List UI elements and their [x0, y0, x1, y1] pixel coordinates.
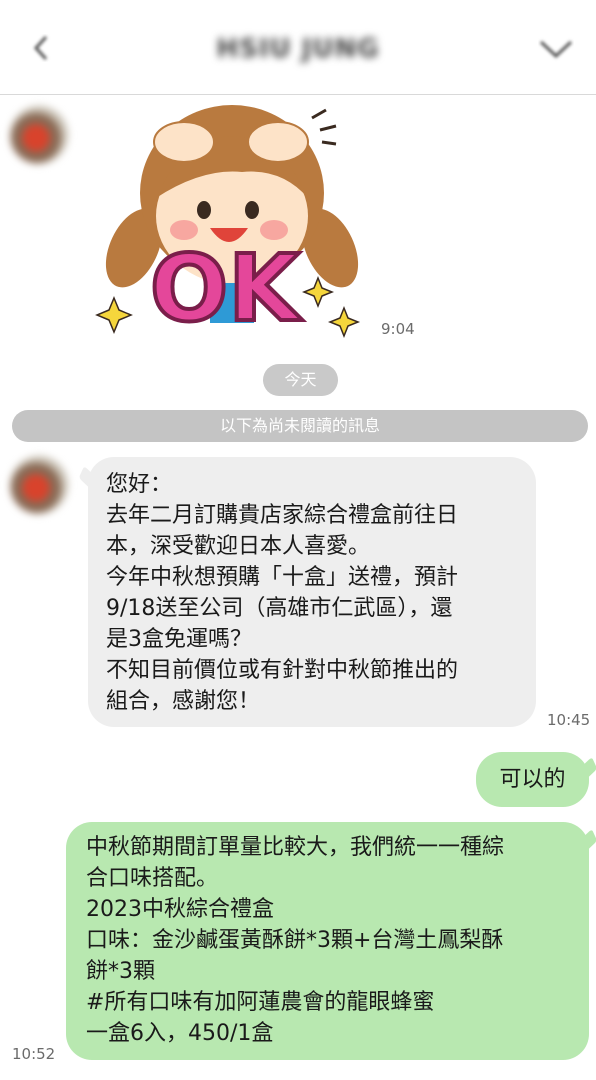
message-line: 一盒6入，450/1盒	[86, 1021, 274, 1046]
message-line: 合口味搭配。	[86, 866, 219, 891]
message-line: 2023中秋綜合禮盒	[86, 897, 274, 922]
unread-notice: 以下為尚未閱讀的訊息	[12, 410, 588, 442]
message-line: 不知目前價位或有針對中秋節推出的	[106, 658, 459, 683]
outgoing-short-message-bubble[interactable]: 可以的	[476, 752, 589, 807]
chat-header: HSIU JUNG	[0, 0, 596, 95]
incoming-message-bubble[interactable]: 您好： 去年二月訂購貴店家綜合禮盒前往日 本，深受歡迎日本人喜愛。 今年中秋想預…	[88, 457, 536, 727]
message-line: 去年二月訂購貴店家綜合禮盒前往日	[106, 503, 459, 528]
message-line: 組合，感謝您！	[106, 689, 261, 714]
date-separator: 今天	[263, 364, 338, 396]
message-line: 是3盒免運嗎？	[106, 627, 252, 652]
message-line: 口味：金沙鹹蛋黃酥餅*3顆+台灣土鳳梨酥	[86, 928, 504, 953]
message-line: #所有口味有加阿蓮農會的龍眼蜂蜜	[86, 990, 435, 1015]
outgoing-long-message-bubble[interactable]: 中秋節期間訂單量比較大，我們統一一種綜 合口味搭配。 2023中秋綜合禮盒 口味…	[66, 822, 589, 1060]
outgoing-long-message-time: 10:52	[12, 1045, 56, 1063]
message-line: 今年中秋想預購「十盒」送禮，預計	[106, 565, 459, 590]
avatar[interactable]	[10, 106, 68, 164]
message-line: 中秋節期間訂單量比較大，我們統一一種綜	[86, 835, 505, 860]
sticker-time: 9:04	[381, 320, 415, 338]
message-line: 餅*3顆	[86, 959, 155, 984]
sticker-text: OK	[150, 235, 303, 338]
ok-girl-sticker[interactable]: OK	[92, 98, 372, 338]
incoming-message-time: 10:45	[547, 711, 591, 729]
chat-title[interactable]: HSIU JUNG	[0, 34, 596, 64]
message-text: 可以的	[499, 767, 566, 792]
avatar[interactable]	[10, 456, 68, 514]
message-line: 本，深受歡迎日本人喜愛。	[106, 534, 371, 559]
message-line: 9/18送至公司（高雄市仁武區），還	[106, 596, 453, 621]
message-line: 您好：	[106, 472, 173, 497]
chevron-down-icon[interactable]	[538, 36, 574, 62]
